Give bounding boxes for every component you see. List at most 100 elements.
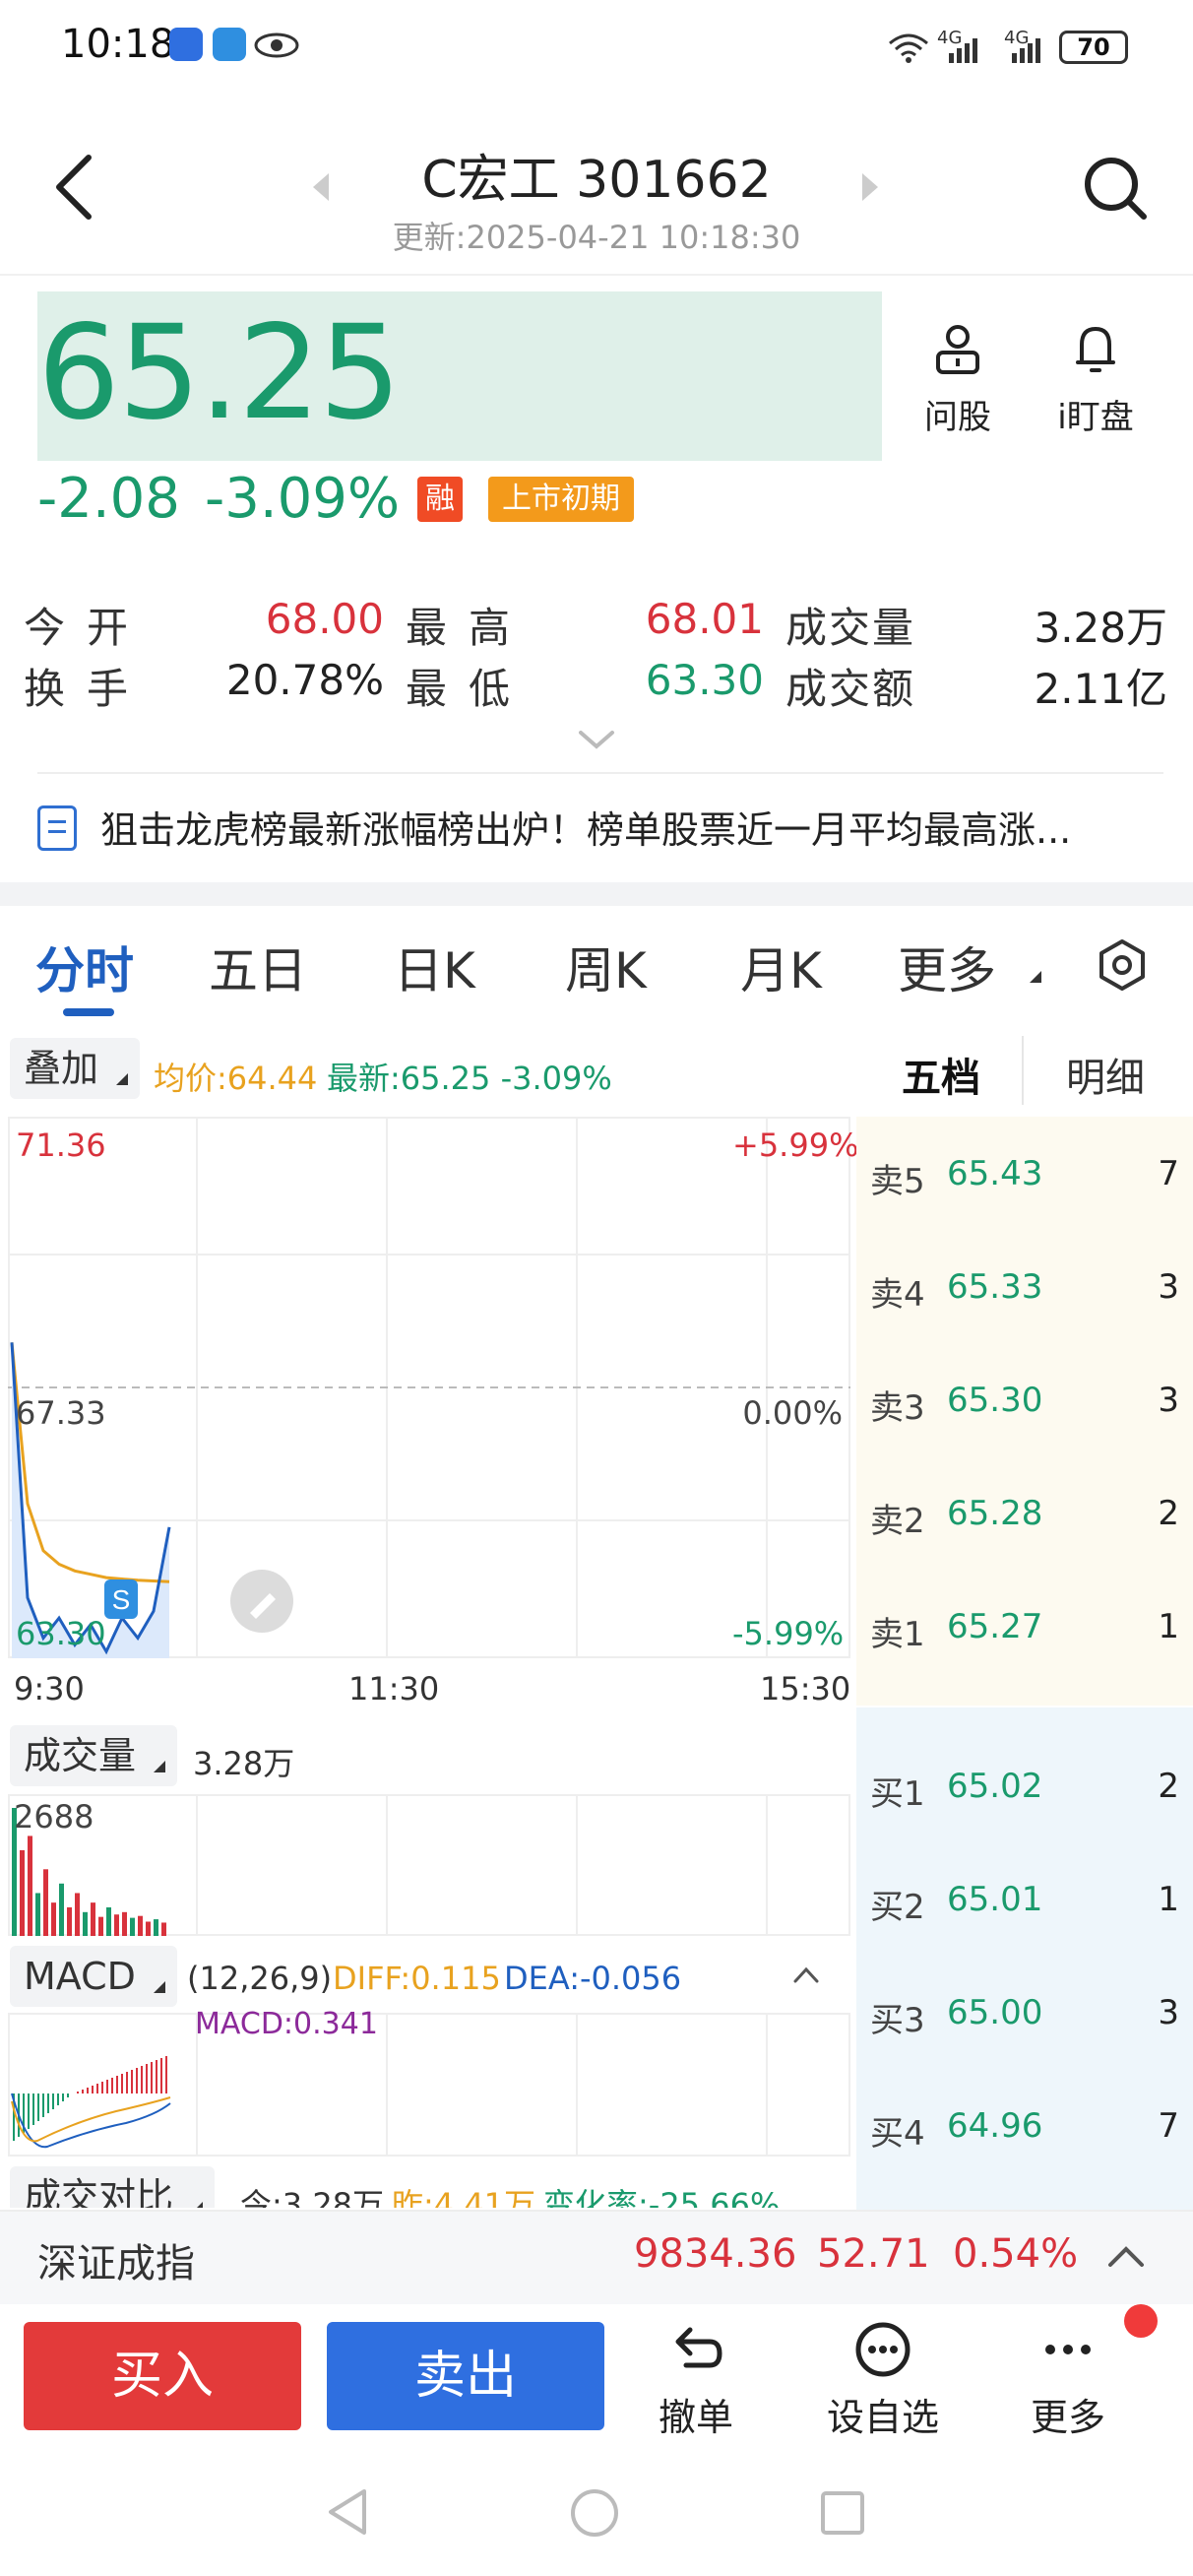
- ask-volume: 3: [1158, 1381, 1179, 1420]
- volume-bar: [114, 1914, 119, 1936]
- high-label: 最高: [406, 604, 533, 652]
- pct-axis-low: -5.99%: [732, 1615, 845, 1652]
- margin-trading-badge: 融: [417, 477, 463, 522]
- price-line: [10, 1342, 171, 1655]
- ask-row-3[interactable]: 卖3 65.30 3: [856, 1381, 1193, 1440]
- bid-label: 买2: [870, 1888, 925, 1927]
- volume-bar: [51, 1902, 56, 1936]
- watch-button[interactable]: i盯盘: [1041, 321, 1150, 438]
- more-dots-icon: [1045, 2345, 1091, 2354]
- bid-price: 65.00: [947, 1993, 1043, 2032]
- volume-total: 3.28万: [193, 1745, 295, 1782]
- ask-price: 65.43: [947, 1154, 1043, 1193]
- volume-bar: [75, 1893, 80, 1936]
- volume-value: 3.28万: [1034, 604, 1167, 652]
- low-value: 63.30: [645, 656, 764, 704]
- dea-line: [11, 2093, 171, 2149]
- signal-icon: [949, 38, 977, 63]
- settings-hex-icon[interactable]: [1095, 937, 1150, 993]
- more-button[interactable]: 更多: [1004, 2320, 1132, 2441]
- time-end: 15:30: [760, 1670, 851, 1707]
- overlay-button[interactable]: 叠加: [10, 1038, 141, 1099]
- time-start: 9:30: [14, 1670, 85, 1707]
- search-icon[interactable]: [1081, 154, 1150, 223]
- intraday-chart[interactable]: S: [8, 1117, 850, 1658]
- compare-indicator-button[interactable]: 成交对比: [10, 2166, 216, 2208]
- ask-row-2[interactable]: 卖2 65.28 2: [856, 1494, 1193, 1553]
- more-circle-icon: [855, 2322, 910, 2377]
- tab-more[interactable]: 更多: [898, 932, 996, 1002]
- bulb-app-icon: [169, 28, 203, 61]
- update-time: 更新:2025-04-21 10:18:30: [392, 219, 801, 256]
- edit-drawing-icon[interactable]: [230, 1570, 293, 1633]
- buy-button[interactable]: 买入: [24, 2322, 301, 2430]
- chevron-up-icon[interactable]: [791, 1964, 821, 1985]
- macd-diff: DIFF:0.115: [333, 1960, 501, 1997]
- bid-row-3[interactable]: 买3 65.00 3: [856, 1993, 1193, 2052]
- bid-volume: 3: [1158, 1993, 1179, 2032]
- volume-bar: [91, 1902, 95, 1936]
- notification-dot: [1124, 2304, 1158, 2338]
- chevron-down-icon[interactable]: [577, 725, 616, 754]
- volume-bar: [28, 1835, 32, 1936]
- stock-title: C宏工 301662: [421, 151, 772, 210]
- bid-row-2[interactable]: 买2 65.01 1: [856, 1880, 1193, 1939]
- volume-bar: [43, 1869, 48, 1936]
- bid-row-4[interactable]: 买4 64.96 7: [856, 2106, 1193, 2165]
- stats-divider: [37, 772, 1163, 774]
- add-watchlist-button[interactable]: 设自选: [819, 2320, 947, 2441]
- ask-volume: 2: [1158, 1494, 1179, 1533]
- volume-bar: [154, 1919, 158, 1936]
- ask-price: 65.28: [947, 1494, 1043, 1533]
- macd-value: MACD:0.341: [195, 2007, 378, 2041]
- amount-label: 成交额: [785, 665, 916, 713]
- macd-params: (12,26,9): [187, 1960, 333, 1997]
- news-headline[interactable]: 狙击龙虎榜最新涨幅榜出炉！榜单股票近一月平均最高涨...: [100, 800, 1163, 854]
- ask-stock-label: 问股: [924, 398, 991, 437]
- tab-five-day[interactable]: 五日: [209, 932, 307, 1002]
- compare-rate: 变化率:-25.66%: [543, 2186, 781, 2208]
- ask-volume: 7: [1158, 1154, 1179, 1193]
- next-stock-arrow[interactable]: [862, 173, 878, 201]
- volume-max: 2688: [14, 1798, 94, 1835]
- volume-label: 成交量: [785, 604, 916, 652]
- tab-weekly-k[interactable]: 周K: [565, 932, 647, 1002]
- watch-label: i盯盘: [1057, 398, 1134, 437]
- tab-trade-detail[interactable]: 明细: [1066, 1046, 1145, 1103]
- sell-button[interactable]: 卖出: [327, 2322, 604, 2430]
- nav-back-icon[interactable]: [325, 2487, 370, 2537]
- bid-volume: 2: [1158, 1767, 1179, 1806]
- nav-recents-icon[interactable]: [819, 2489, 866, 2537]
- buy-sell-marker: S: [104, 1579, 138, 1619]
- wifi-icon: [889, 33, 928, 63]
- tab-intraday[interactable]: 分时: [35, 932, 134, 1002]
- pct-axis-mid: 0.00%: [742, 1394, 843, 1432]
- tab-active-indicator: [63, 1008, 114, 1016]
- nav-home-icon[interactable]: [569, 2487, 620, 2539]
- ask-row-1[interactable]: 卖1 65.27 1: [856, 1607, 1193, 1666]
- macd-indicator-button[interactable]: MACD: [10, 1946, 177, 2007]
- back-button[interactable]: [47, 148, 106, 226]
- ask-price: 65.30: [947, 1381, 1043, 1420]
- turnover-value: 20.78%: [225, 656, 384, 704]
- tab-monthly-k[interactable]: 月K: [740, 932, 822, 1002]
- ask-row-5[interactable]: 卖5 65.43 7: [856, 1154, 1193, 1213]
- chevron-up-icon[interactable]: [1106, 2241, 1146, 2271]
- bid-label: 买4: [870, 2114, 925, 2154]
- ask-stock-button[interactable]: 问股: [904, 321, 1012, 438]
- person-icon: [936, 325, 979, 374]
- battery-icon: 70: [1059, 31, 1128, 64]
- price-change-percent: -3.09%: [205, 467, 401, 531]
- cancel-order-button[interactable]: 撤单: [632, 2320, 760, 2441]
- volume-indicator-button[interactable]: 成交量: [10, 1725, 178, 1786]
- tab-daily-k[interactable]: 日K: [394, 932, 475, 1002]
- high-value: 68.01: [645, 595, 764, 643]
- average-price-line: [10, 1342, 170, 1583]
- tab-five-level[interactable]: 五档: [902, 1046, 980, 1103]
- price-area-fill: [12, 1342, 169, 1658]
- bid-row-1[interactable]: 买1 65.02 2: [856, 1767, 1193, 1826]
- turnover-label: 换手: [24, 665, 151, 713]
- ask-price: 65.33: [947, 1267, 1043, 1307]
- ask-row-4[interactable]: 卖4 65.33 3: [856, 1267, 1193, 1326]
- ask-label: 卖2: [870, 1502, 925, 1541]
